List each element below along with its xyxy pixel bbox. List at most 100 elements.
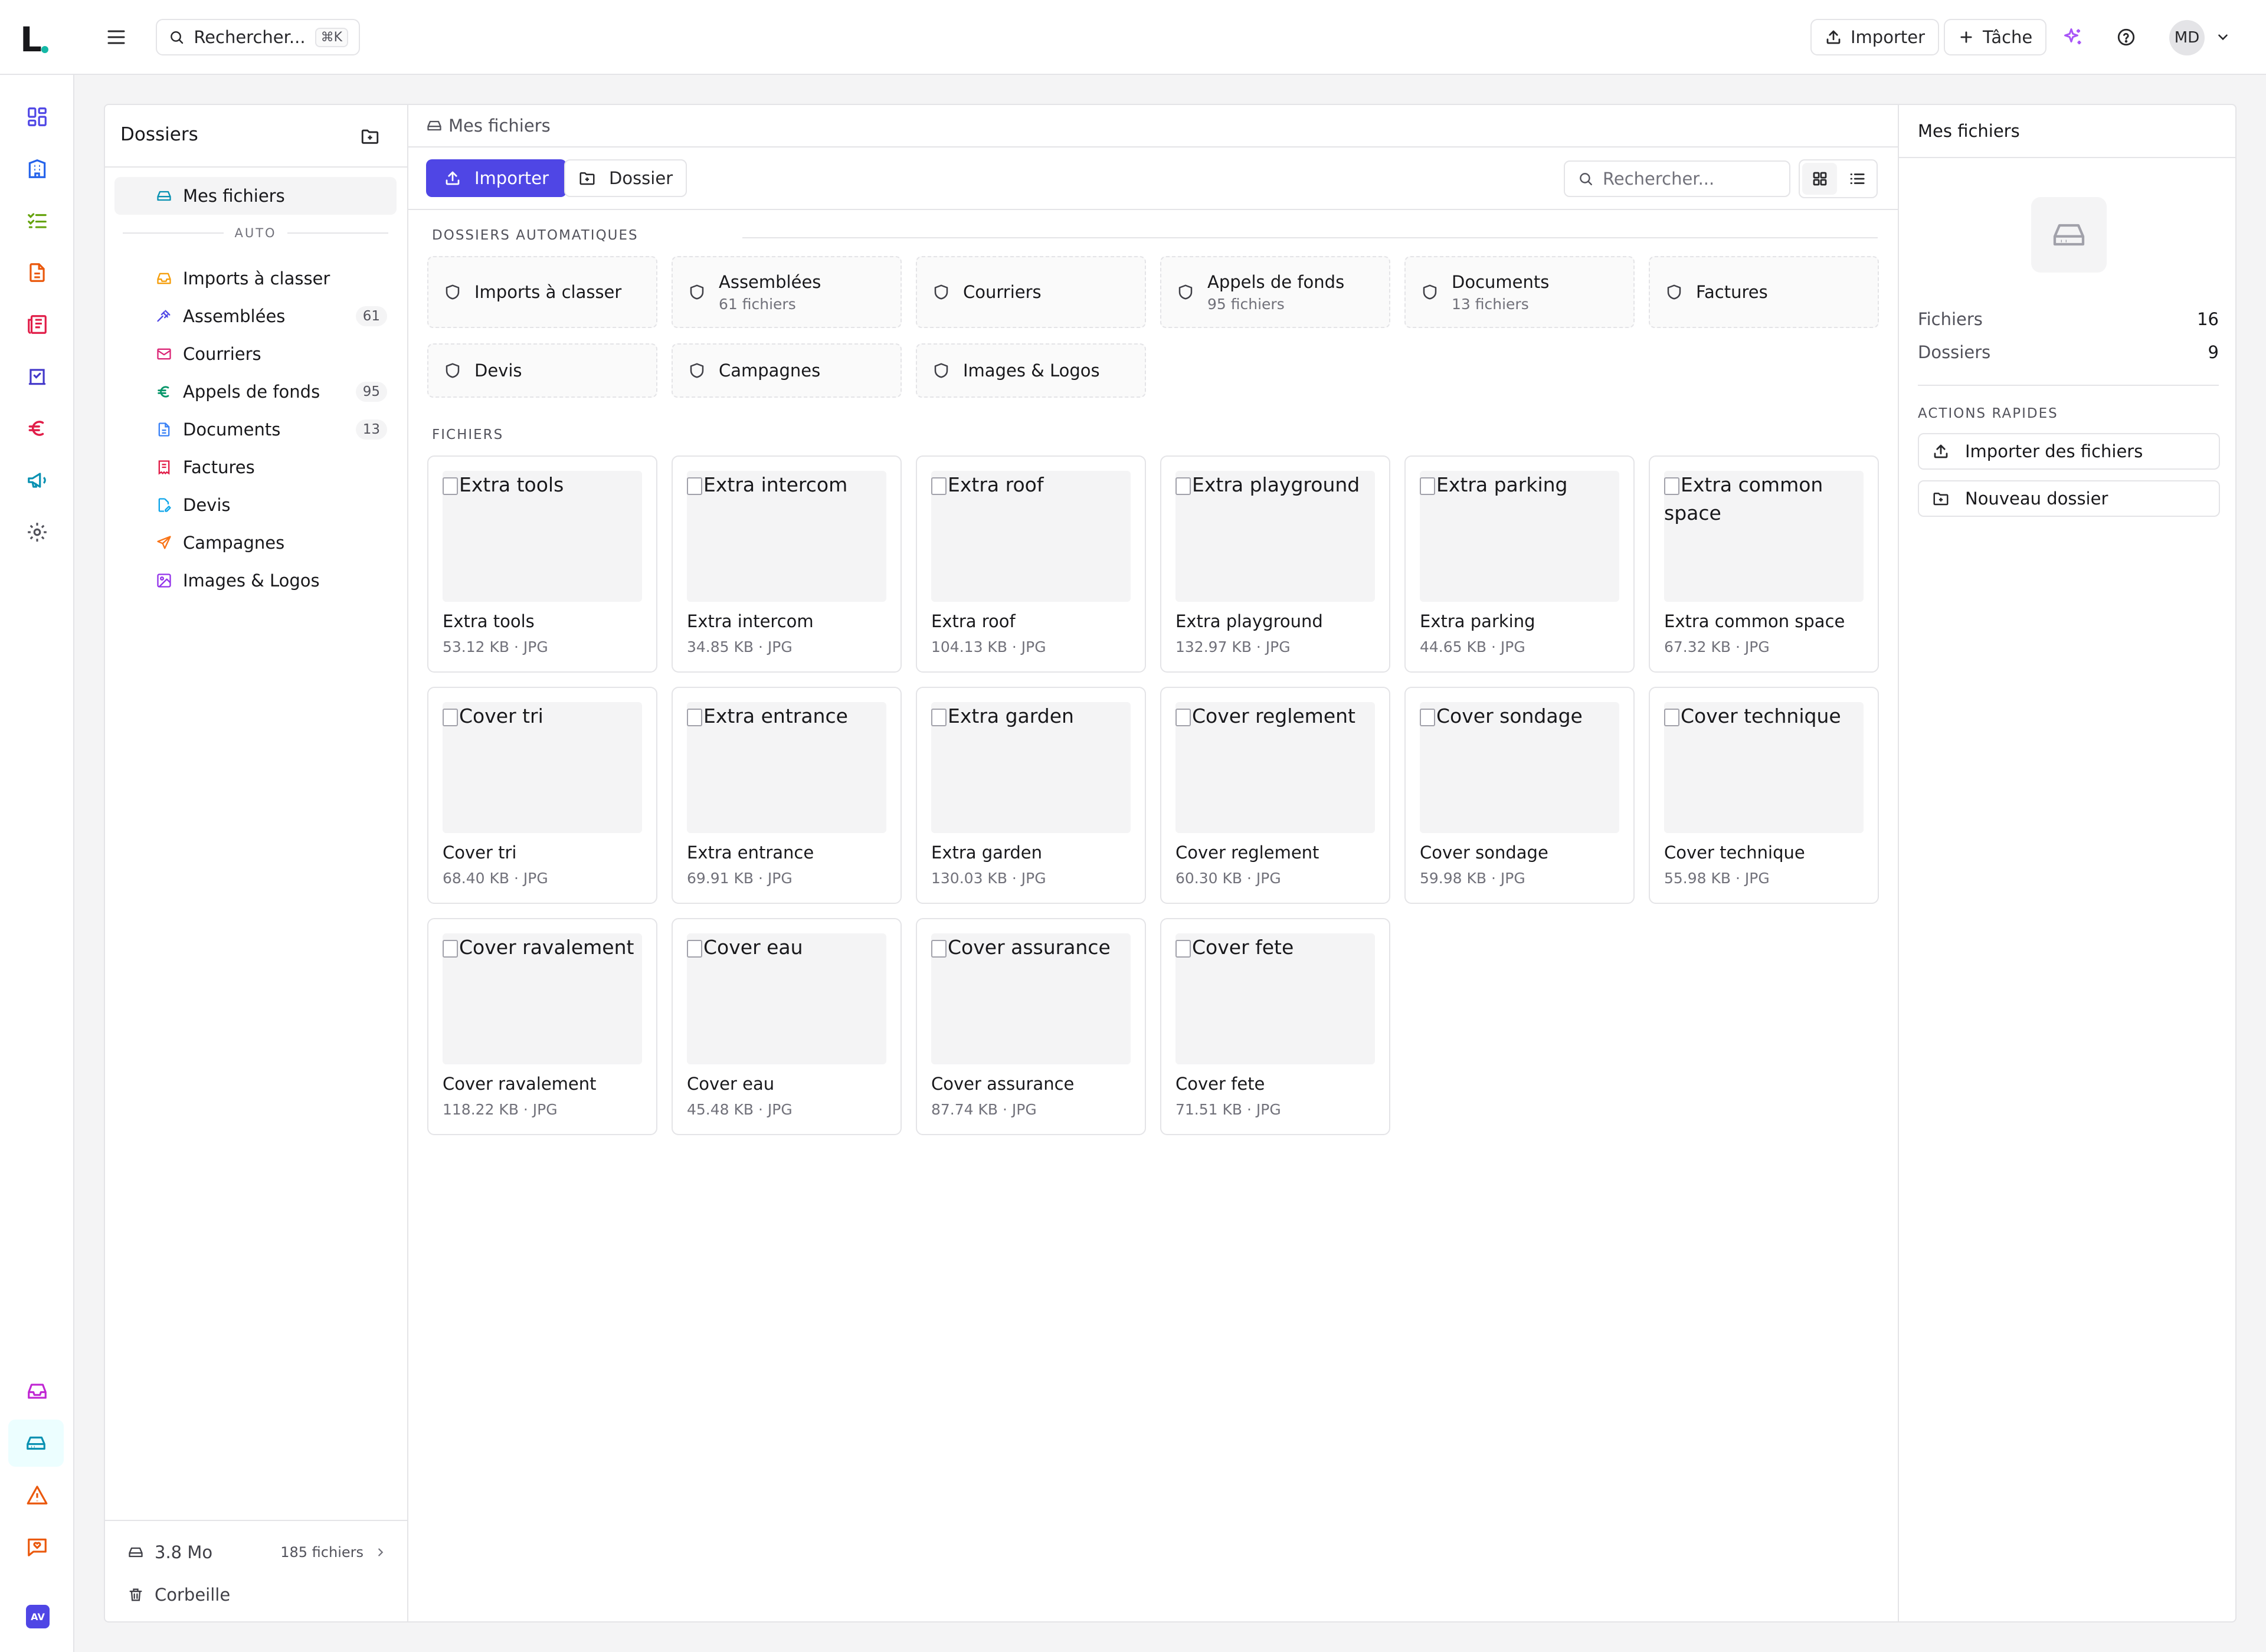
auto-folder-card[interactable]: Campagnes xyxy=(672,343,902,398)
folder-count-badge: 95 xyxy=(355,382,387,402)
menu-toggle-button[interactable] xyxy=(103,24,130,51)
folder-item[interactable]: Images & Logos xyxy=(114,562,397,599)
image-alt-text: Extra parking xyxy=(1436,473,1568,496)
file-card[interactable]: Extra common space Extra common space 67.3… xyxy=(1649,455,1879,673)
file-card[interactable]: Extra tools Extra tools 53.12 KB · JPG xyxy=(427,455,657,673)
broken-image-alt: Extra intercom xyxy=(687,471,850,499)
help-button[interactable] xyxy=(2113,24,2140,51)
files-search-input[interactable]: Rechercher... xyxy=(1564,160,1790,197)
file-card[interactable]: Extra roof Extra roof 104.13 KB · JPG xyxy=(916,455,1146,673)
auto-folder-card[interactable]: Imports à classer xyxy=(427,256,657,328)
import-button[interactable]: Importer xyxy=(426,159,567,197)
folder-label: Courriers xyxy=(183,344,261,364)
top-import-button[interactable]: Importer xyxy=(1810,19,1940,55)
file-card[interactable]: Cover fete Cover fete 71.51 KB · JPG xyxy=(1160,918,1390,1135)
file-thumbnail[interactable]: Cover eau xyxy=(687,933,886,1064)
file-card[interactable]: Cover assurance Cover assurance 87.74 KB ·… xyxy=(916,918,1146,1135)
auto-folder-card[interactable]: Courriers xyxy=(916,256,1146,328)
folder-item[interactable]: Factures xyxy=(114,448,397,486)
hard-drive-icon xyxy=(157,191,171,201)
folder-item[interactable]: Documents 13 xyxy=(114,411,397,448)
new-folder-button[interactable] xyxy=(356,123,384,150)
grid-view-button[interactable] xyxy=(1802,163,1837,195)
file-thumbnail[interactable]: Cover tri xyxy=(443,702,642,833)
rail-documents[interactable] xyxy=(22,258,52,287)
folders-title: Dossiers xyxy=(120,124,198,145)
file-card[interactable]: Extra parking Extra parking 44.65 KB · JPG xyxy=(1404,455,1635,673)
files-area: Mes fichiers Importer Dossier Rechercher… xyxy=(408,105,1898,1621)
auto-folder-card[interactable]: Devis xyxy=(427,343,657,398)
folder-item[interactable]: Campagnes xyxy=(114,524,397,562)
auto-folder-card[interactable]: Documents 13 fichiers xyxy=(1404,256,1635,328)
file-card[interactable]: Cover reglement Cover reglement 60.30 KB ·… xyxy=(1160,687,1390,904)
folder-item[interactable]: Appels de fonds 95 xyxy=(114,373,397,411)
euro-icon xyxy=(28,421,44,436)
file-thumbnail[interactable]: Extra tools xyxy=(443,471,642,602)
ai-sparkle-button[interactable] xyxy=(2059,24,2087,51)
file-thumbnail[interactable]: Cover assurance xyxy=(931,933,1131,1064)
list-view-button[interactable] xyxy=(1839,163,1874,195)
file-card[interactable]: Cover eau Cover eau 45.48 KB · JPG xyxy=(672,918,902,1135)
folder-my-files[interactable]: Mes fichiers xyxy=(114,177,397,215)
rail-votes[interactable] xyxy=(22,362,52,391)
rail-campaigns[interactable] xyxy=(22,466,52,495)
auto-folder-card[interactable]: Appels de fonds 95 fichiers xyxy=(1160,256,1390,328)
rail-news[interactable] xyxy=(22,310,52,339)
folder-item[interactable]: Imports à classer xyxy=(114,260,397,297)
auto-folder-text: Images & Logos xyxy=(963,360,1100,381)
file-thumbnail[interactable]: Cover fete xyxy=(1175,933,1375,1064)
top-task-button[interactable]: Tâche xyxy=(1944,19,2047,55)
file-thumbnail[interactable]: Cover sondage xyxy=(1420,702,1619,833)
file-card[interactable]: Extra playground Extra playground 132.97 K… xyxy=(1160,455,1390,673)
broken-image-icon xyxy=(1664,477,1679,495)
auto-folder-card[interactable]: Factures xyxy=(1649,256,1879,328)
rail-tasks[interactable] xyxy=(22,206,52,235)
new-folder-toolbar-button[interactable]: Dossier xyxy=(564,159,687,197)
file-card[interactable]: Cover tri Cover tri 68.40 KB · JPG xyxy=(427,687,657,904)
rail-dashboard[interactable] xyxy=(22,102,52,132)
file-thumbnail[interactable]: Cover ravalement xyxy=(443,933,642,1064)
auto-folder-card[interactable]: Assemblées 61 fichiers xyxy=(672,256,902,328)
file-card[interactable]: Cover sondage Cover sondage 59.98 KB · JPG xyxy=(1404,687,1635,904)
user-menu-chevron[interactable] xyxy=(2215,30,2231,45)
file-thumbnail[interactable]: Extra entrance xyxy=(687,702,886,833)
rail-buildings[interactable] xyxy=(22,154,52,183)
help-circle-icon xyxy=(2117,28,2135,46)
trash-link[interactable]: Corbeille xyxy=(127,1585,230,1605)
file-thumbnail[interactable]: Extra common space xyxy=(1664,471,1864,602)
file-thumbnail[interactable]: Extra playground xyxy=(1175,471,1375,602)
rail-finance[interactable] xyxy=(22,414,52,443)
file-card[interactable]: Extra entrance Extra entrance 69.91 KB · J… xyxy=(672,687,902,904)
global-search[interactable]: Rechercher... ⌘K xyxy=(156,19,360,55)
file-card[interactable]: Extra intercom Extra intercom 34.85 KB · J… xyxy=(672,455,902,673)
workspace-avatar[interactable]: AV xyxy=(26,1605,50,1628)
file-thumbnail[interactable]: Extra intercom xyxy=(687,471,886,602)
new-folder-action-button[interactable]: Nouveau dossier xyxy=(1918,480,2220,517)
file-thumbnail[interactable]: Extra garden xyxy=(931,702,1131,833)
file-thumbnail[interactable]: Cover technique xyxy=(1664,702,1864,833)
app-logo[interactable]: L xyxy=(20,22,42,57)
folder-item[interactable]: Devis xyxy=(114,486,397,524)
gear-icon xyxy=(28,523,47,542)
file-card[interactable]: Extra garden Extra garden 130.03 KB · JPG xyxy=(916,687,1146,904)
file-thumbnail[interactable]: Extra parking xyxy=(1420,471,1619,602)
file-thumbnail[interactable]: Extra roof xyxy=(931,471,1131,602)
auto-folder-card[interactable]: Images & Logos xyxy=(916,343,1146,398)
auto-folder-text: Campagnes xyxy=(719,360,820,381)
user-avatar[interactable]: MD xyxy=(2169,20,2205,55)
storage-row[interactable]: 3.8 Mo 185 fichiers xyxy=(127,1542,387,1562)
rail-settings[interactable] xyxy=(22,517,52,547)
stat-files-value: 16 xyxy=(2197,309,2219,329)
file-card[interactable]: Cover technique Cover technique 55.98 KB ·… xyxy=(1649,687,1879,904)
file-thumbnail[interactable]: Cover reglement xyxy=(1175,702,1375,833)
breadcrumb-current[interactable]: Mes fichiers xyxy=(448,116,551,136)
rail-alerts[interactable] xyxy=(22,1480,52,1510)
rail-inbox[interactable] xyxy=(22,1376,52,1406)
import-files-button[interactable]: Importer des fichiers xyxy=(1918,433,2220,470)
rail-drive[interactable] xyxy=(8,1420,64,1467)
image-alt-text: Cover tri xyxy=(459,704,543,727)
folder-item[interactable]: Assemblées 61 xyxy=(114,297,397,335)
rail-messages[interactable] xyxy=(22,1532,52,1562)
file-card[interactable]: Cover ravalement Cover ravalement 118.22 K… xyxy=(427,918,657,1135)
folder-item[interactable]: Courriers xyxy=(114,335,397,373)
